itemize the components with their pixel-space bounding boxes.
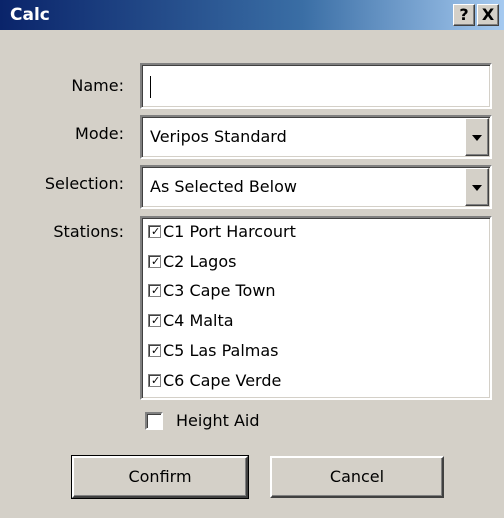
height-aid-checkbox[interactable] xyxy=(145,412,163,430)
checkmark-icon: ✓ xyxy=(151,255,161,268)
window-title: Calc xyxy=(10,5,50,25)
selection-label: Selection: xyxy=(44,174,124,193)
cancel-button[interactable]: Cancel xyxy=(270,456,444,498)
chevron-down-icon xyxy=(472,135,482,141)
station-label: C2 Lagos xyxy=(163,252,237,271)
height-aid-label: Height Aid xyxy=(176,411,260,430)
name-label: Name: xyxy=(71,76,124,95)
name-input[interactable] xyxy=(140,63,492,109)
station-label: C5 Las Palmas xyxy=(163,341,279,360)
station-checkbox[interactable]: ✓ xyxy=(148,255,161,268)
checkmark-icon: ✓ xyxy=(151,225,161,238)
help-button[interactable]: ? xyxy=(453,4,475,26)
confirm-button[interactable]: Confirm xyxy=(71,455,249,499)
mode-select[interactable]: Veripos Standard xyxy=(140,115,492,159)
calc-dialog: Calc ? X Name: Mode: Veripos Standard Se… xyxy=(0,0,504,518)
station-checkbox[interactable]: ✓ xyxy=(148,374,161,387)
station-label: C4 Malta xyxy=(163,311,234,330)
mode-label: Mode: xyxy=(75,124,124,143)
station-label: C6 Cape Verde xyxy=(163,371,282,390)
station-checkbox[interactable]: ✓ xyxy=(148,225,161,238)
checkmark-icon: ✓ xyxy=(151,284,161,297)
checkmark-icon: ✓ xyxy=(151,344,161,357)
checkmark-icon: ✓ xyxy=(151,314,161,327)
station-label: C1 Port Harcourt xyxy=(163,222,296,241)
station-checkbox[interactable]: ✓ xyxy=(148,284,161,297)
mode-value: Veripos Standard xyxy=(150,127,287,146)
station-label: C3 Cape Town xyxy=(163,281,276,300)
station-checkbox[interactable]: ✓ xyxy=(148,344,161,357)
mode-dropdown-button[interactable] xyxy=(465,118,489,156)
stations-list[interactable]: ✓ C1 Port Harcourt ✓ C2 Lagos ✓ C3 Cape … xyxy=(140,216,492,400)
text-caret xyxy=(150,76,151,98)
chevron-down-icon xyxy=(472,185,482,191)
selection-value: As Selected Below xyxy=(150,177,297,196)
checkmark-icon: ✓ xyxy=(151,374,161,387)
selection-select[interactable]: As Selected Below xyxy=(140,165,492,209)
stations-label: Stations: xyxy=(53,222,124,241)
station-checkbox[interactable]: ✓ xyxy=(148,314,161,327)
selection-dropdown-button[interactable] xyxy=(465,168,489,206)
title-bar: Calc ? X xyxy=(0,0,504,30)
close-button[interactable]: X xyxy=(477,4,499,26)
